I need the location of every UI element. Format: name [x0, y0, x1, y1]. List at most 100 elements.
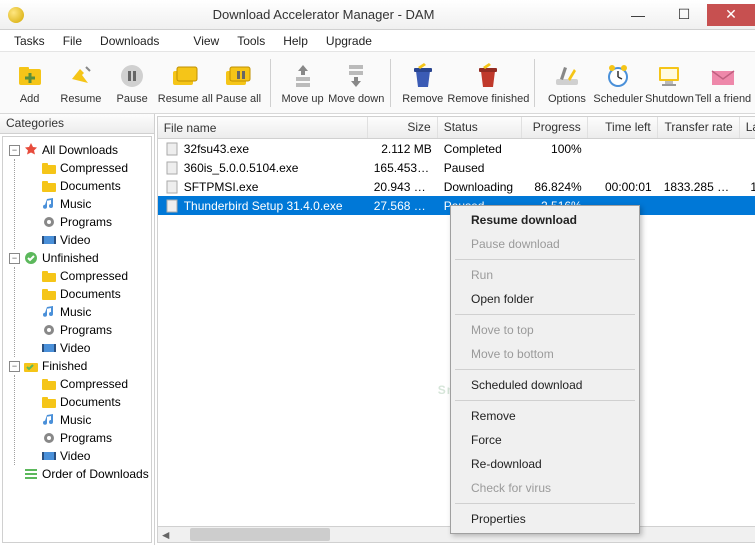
context-menu-scheduled-download[interactable]: Scheduled download	[453, 373, 637, 397]
menu-tools[interactable]: Tools	[229, 32, 273, 50]
tree-node-all-downloads[interactable]: − All Downloads	[5, 141, 149, 159]
tree-node-order-of-downloads[interactable]: Order of Downloads	[5, 465, 149, 483]
tree-label: Programs	[60, 215, 112, 229]
menu-help[interactable]: Help	[275, 32, 316, 50]
tree-node-programs[interactable]: Programs	[23, 429, 149, 447]
toolbar-scheduler-button[interactable]: Scheduler	[593, 55, 644, 111]
toolbar-label: Remove	[402, 93, 443, 105]
scroll-thumb[interactable]	[190, 528, 330, 541]
tree-toggle-icon[interactable]: −	[9, 361, 20, 372]
tree-label: Video	[60, 233, 90, 247]
toolbar-pause-all-button[interactable]: Pause all	[213, 55, 264, 111]
file-icon	[164, 198, 180, 214]
file-icon	[164, 160, 180, 176]
toolbar-label: Scheduler	[593, 93, 643, 105]
tree-node-programs[interactable]: Programs	[23, 213, 149, 231]
menu-upgrade[interactable]: Upgrade	[318, 32, 380, 50]
close-button[interactable]: ✕	[707, 4, 755, 26]
star-icon	[23, 142, 39, 158]
column-header-status[interactable]: Status	[438, 117, 522, 138]
tree-node-compressed[interactable]: Compressed	[23, 159, 149, 177]
toolbar-label: Options	[548, 93, 586, 105]
tree-node-music[interactable]: Music	[23, 303, 149, 321]
context-menu-open-folder[interactable]: Open folder	[453, 287, 637, 311]
column-header-file-name[interactable]: File name	[158, 117, 368, 138]
scroll-left-arrow[interactable]: ◄	[158, 527, 174, 542]
column-header-time-left[interactable]: Time left	[588, 117, 658, 138]
tree-label: Programs	[60, 323, 112, 337]
toolbar-tell-friend-button[interactable]: Tell a friend	[695, 55, 751, 111]
cell-timeleft: 00:00:01	[588, 179, 658, 195]
column-header-transfer-rate[interactable]: Transfer rate	[658, 117, 740, 138]
toolbar-pause-button[interactable]: Pause	[107, 55, 158, 111]
tree-label: All Downloads	[42, 143, 118, 157]
context-menu-remove[interactable]: Remove	[453, 404, 637, 428]
unfinished-icon	[23, 250, 39, 266]
tree-node-unfinished[interactable]: − Unfinished	[5, 249, 149, 267]
tree-node-music[interactable]: Music	[23, 195, 149, 213]
cell-filename: 32fsu43.exe	[158, 140, 368, 158]
tree-node-video[interactable]: Video	[23, 231, 149, 249]
context-menu-move-to-bottom: Move to bottom	[453, 342, 637, 366]
toolbar-remove-finished-button[interactable]: Remove finished	[448, 55, 528, 111]
tree-node-video[interactable]: Video	[23, 339, 149, 357]
cell-size: 27.568 MB	[368, 198, 438, 214]
tree-label: Programs	[60, 431, 112, 445]
toolbar-move-down-button[interactable]: Move down	[328, 55, 384, 111]
context-menu-force[interactable]: Force	[453, 428, 637, 452]
pause-icon	[117, 61, 147, 91]
music-icon	[41, 412, 57, 428]
column-header-size[interactable]: Size	[368, 117, 438, 138]
tree-label: Documents	[60, 287, 121, 301]
resume-all-icon	[170, 61, 200, 91]
toolbar-options-button[interactable]: Options	[541, 55, 592, 111]
column-header-progress[interactable]: Progress	[522, 117, 588, 138]
toolbar-label: Remove finished	[447, 93, 529, 105]
toolbar-resume-all-button[interactable]: Resume all	[158, 55, 213, 111]
toolbar-shutdown-button[interactable]: Shutdown	[644, 55, 695, 111]
toolbar-add-button[interactable]: Add	[4, 55, 55, 111]
context-menu-properties[interactable]: Properties	[453, 507, 637, 531]
tree-node-documents[interactable]: Documents	[23, 285, 149, 303]
menu-tasks[interactable]: Tasks	[6, 32, 53, 50]
sidebar-header: Categories	[0, 114, 154, 134]
tree-node-video[interactable]: Video	[23, 447, 149, 465]
sidebar: Categories −All DownloadsCompressedDocum…	[0, 114, 155, 545]
tree-label: Unfinished	[42, 251, 99, 265]
context-menu-separator	[455, 400, 635, 401]
table-row[interactable]: SFTPMSI.exe20.943 MBDownloading86.824%00…	[158, 177, 755, 196]
minimize-button[interactable]: —	[615, 4, 661, 26]
menu-view[interactable]: View	[185, 32, 227, 50]
cell-lasttry: 1/14/2	[740, 179, 755, 195]
menu-downloads[interactable]: Downloads	[92, 32, 167, 50]
cell-filename: SFTPMSI.exe	[158, 178, 368, 196]
category-tree[interactable]: −All DownloadsCompressedDocumentsMusicPr…	[2, 136, 152, 543]
toolbar-label: Resume all	[158, 93, 213, 105]
tree-node-finished[interactable]: −Finished	[5, 357, 149, 375]
tree-toggle-icon[interactable]: −	[9, 145, 20, 156]
move-up-icon	[288, 61, 318, 91]
maximize-button[interactable]: ☐	[661, 4, 707, 26]
cell-lasttry	[740, 205, 755, 207]
cell-status: Completed	[438, 141, 522, 157]
toolbar-resume-button[interactable]: Resume	[55, 55, 106, 111]
tree-toggle-icon[interactable]: −	[9, 253, 20, 264]
tree-node-documents[interactable]: Documents	[23, 393, 149, 411]
table-row[interactable]: 360is_5.0.0.5104.exe165.453 MBPaused	[158, 158, 755, 177]
context-menu-resume-download[interactable]: Resume download	[453, 208, 637, 232]
tree-node-compressed[interactable]: Compressed	[23, 267, 149, 285]
video-icon	[41, 448, 57, 464]
tree-node-music[interactable]: Music	[23, 411, 149, 429]
tree-node-compressed[interactable]: Compressed	[23, 375, 149, 393]
cell-filename: Thunderbird Setup 31.4.0.exe	[158, 197, 368, 215]
column-header-last-try[interactable]: Last try	[740, 117, 755, 138]
context-menu-re-download[interactable]: Re-download	[453, 452, 637, 476]
options-icon	[552, 61, 582, 91]
table-row[interactable]: 32fsu43.exe2.112 MBCompleted100%	[158, 139, 755, 158]
toolbar-move-up-button[interactable]: Move up	[277, 55, 328, 111]
toolbar-remove-button[interactable]: Remove	[397, 55, 448, 111]
tree-node-programs[interactable]: Programs	[23, 321, 149, 339]
menu-file[interactable]: File	[55, 32, 90, 50]
context-menu-move-to-top: Move to top	[453, 318, 637, 342]
tree-node-documents[interactable]: Documents	[23, 177, 149, 195]
